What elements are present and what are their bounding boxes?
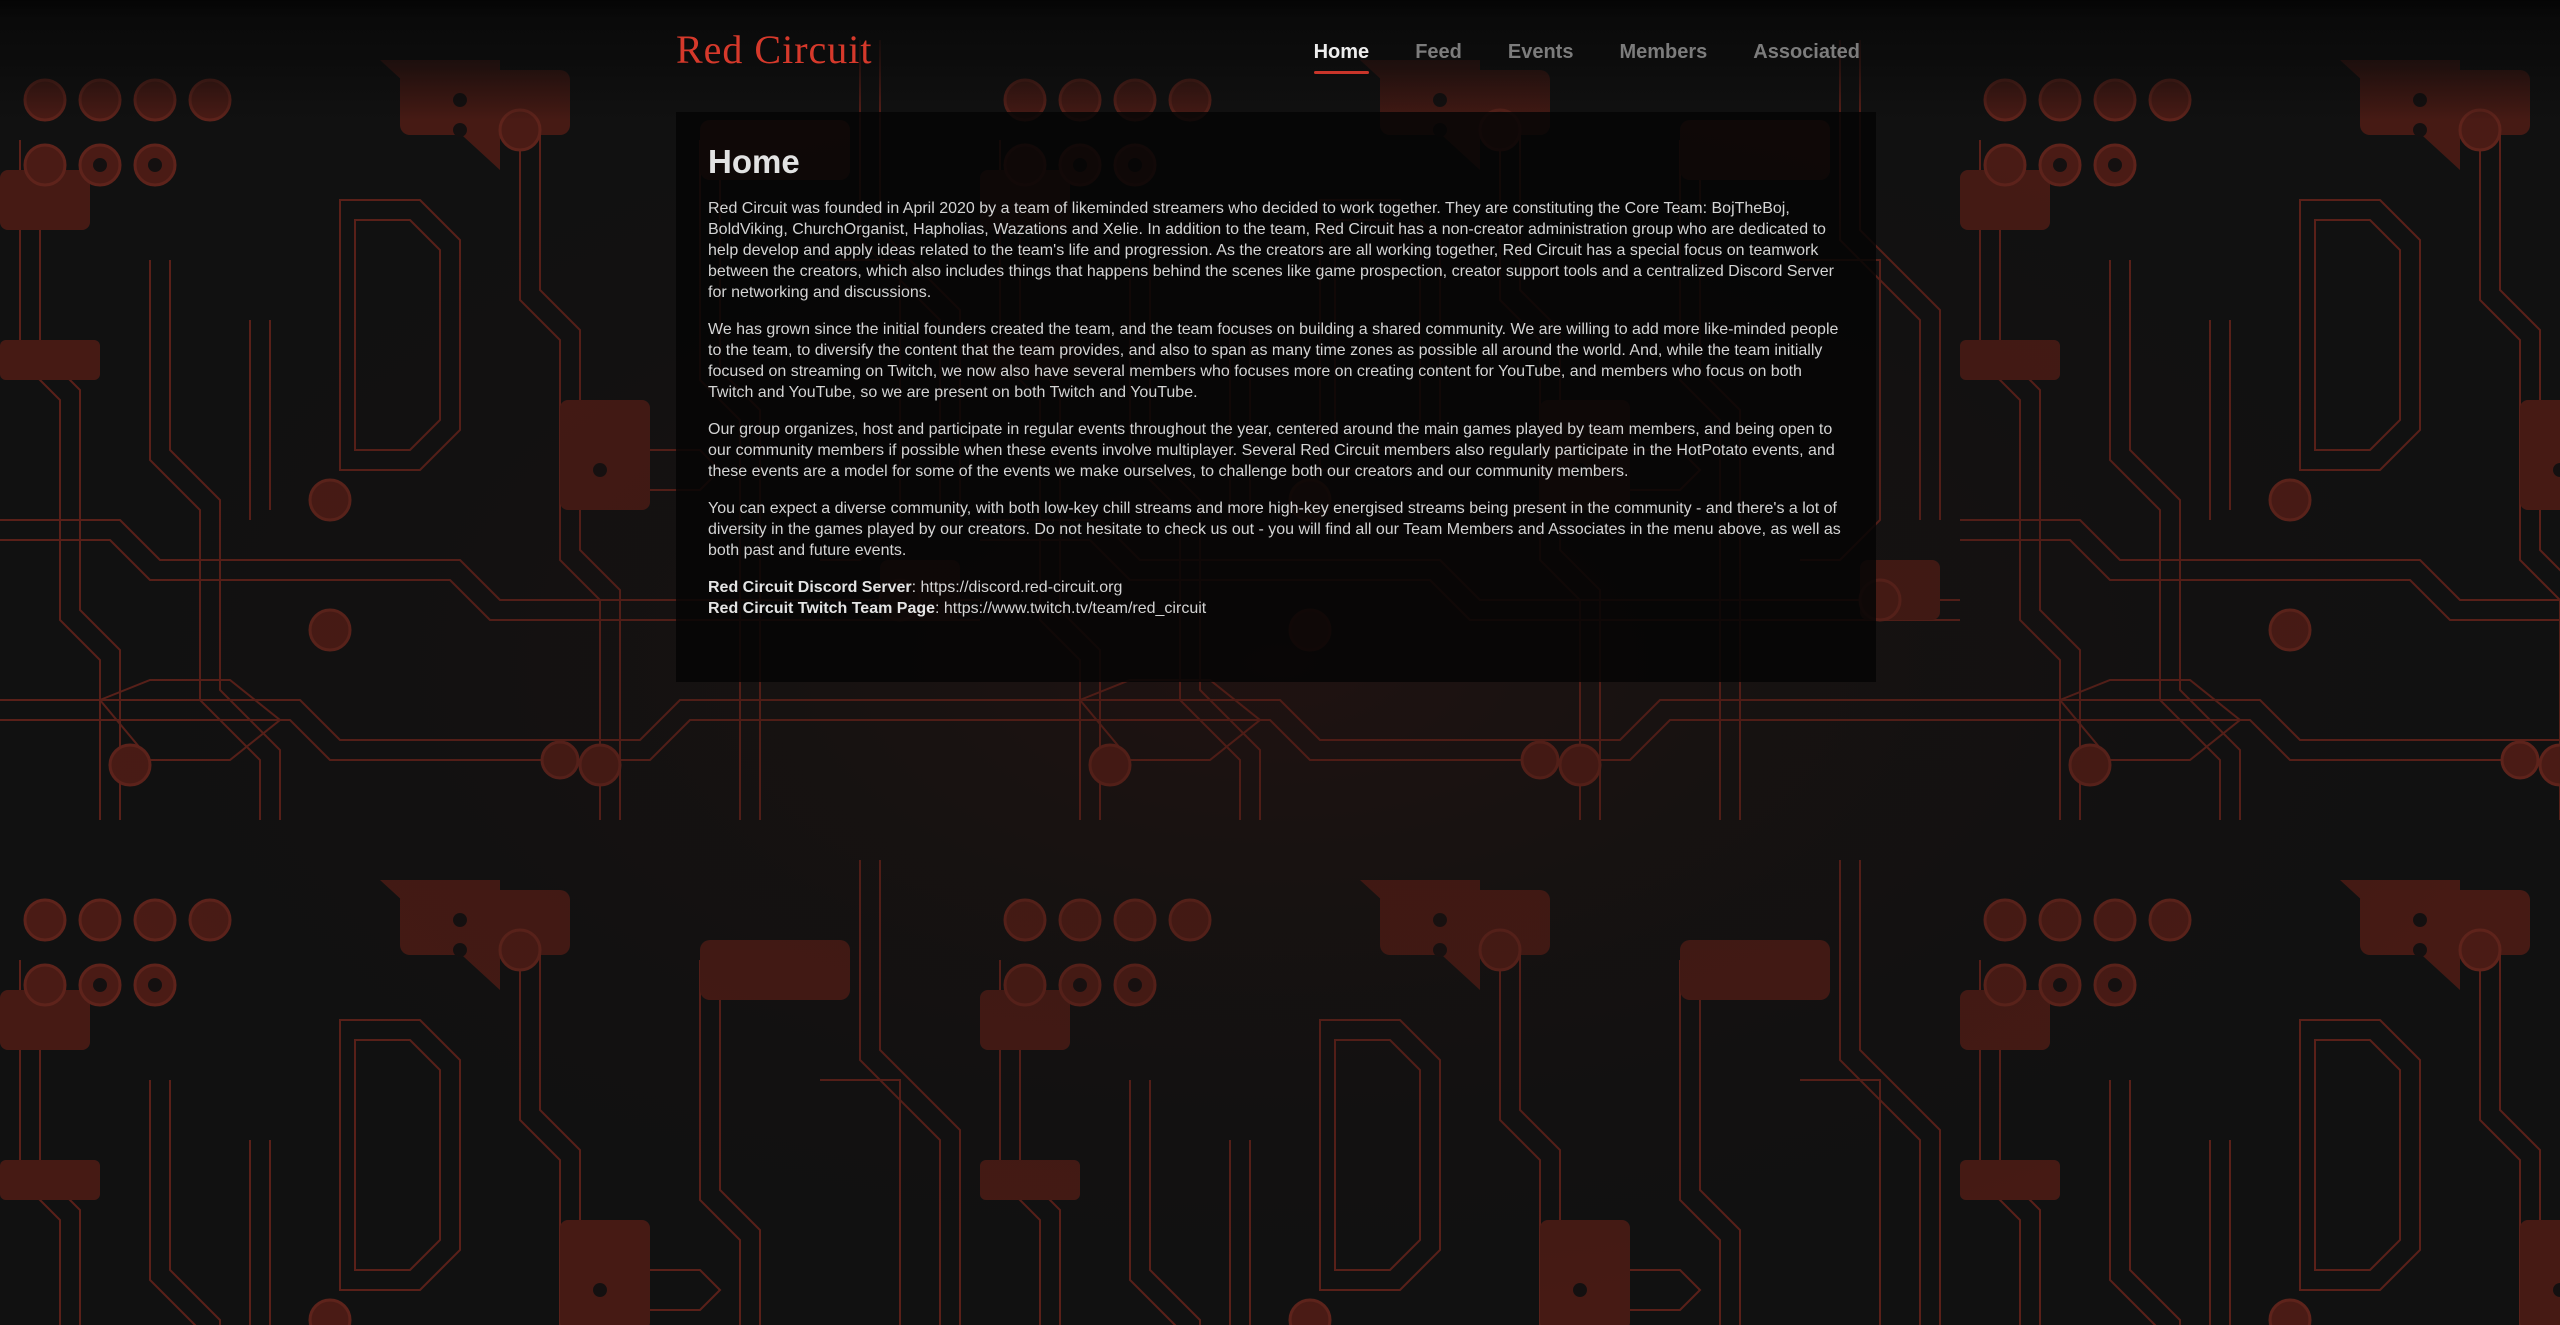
discord-separator: : [911,578,921,596]
site-header: Red Circuit Home Feed Events Members Ass… [676,0,1860,100]
twitch-separator: : [935,599,944,617]
twitch-url[interactable]: https://www.twitch.tv/team/red_circuit [944,600,1206,617]
community-links: Red Circuit Discord Server: https://disc… [708,577,1844,619]
twitch-link-row: Red Circuit Twitch Team Page: https://ww… [708,598,1844,619]
discord-link-row: Red Circuit Discord Server: https://disc… [708,577,1844,598]
twitch-label: Red Circuit Twitch Team Page [708,599,936,617]
discord-url[interactable]: https://discord.red-circuit.org [921,579,1123,596]
events-paragraph: Our group organizes, host and participat… [708,420,1835,480]
site-logo[interactable]: Red Circuit [676,30,873,70]
nav-item-feed[interactable]: Feed [1415,40,1462,74]
nav-item-associated[interactable]: Associated [1753,40,1860,74]
community-paragraph: You can expect a diverse community, with… [708,499,1841,559]
page-title: Home [708,143,800,180]
growth-paragraph: We has grown since the initial founders … [708,320,1839,401]
intro-paragraph: Red Circuit was founded in April 2020 by… [708,199,1834,301]
discord-label: Red Circuit Discord Server [708,578,912,596]
main-nav: Home Feed Events Members Associated [1313,40,1860,74]
nav-item-home[interactable]: Home [1313,40,1369,74]
nav-item-members[interactable]: Members [1619,40,1707,74]
content-panel: Home Red Circuit was founded in April 20… [676,112,1876,682]
nav-item-events[interactable]: Events [1508,40,1574,74]
